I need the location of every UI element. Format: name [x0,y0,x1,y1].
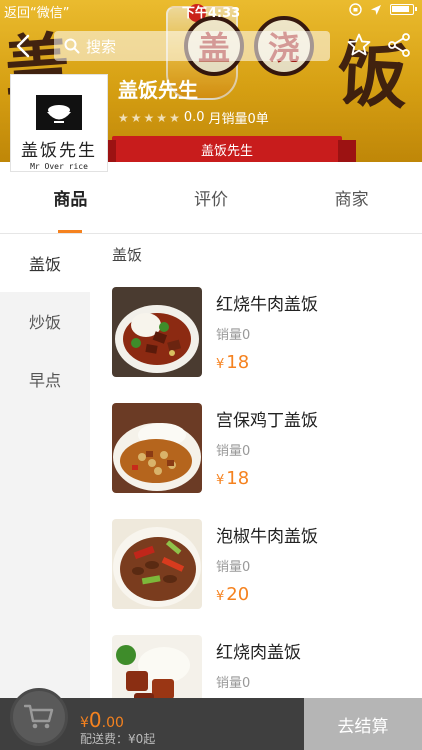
dish-price: ¥18 [216,352,249,373]
currency-symbol: ¥ [216,589,225,604]
rotation-lock-icon [349,3,362,16]
dish-photo [112,635,202,698]
dish-item[interactable]: 泡椒牛肉盖饭 销量0 ¥20 [90,508,422,624]
nav-bar: 搜索 [0,28,422,64]
shopping-cart-icon [24,704,54,729]
dish-name: 红烧肉盖饭 [216,643,301,663]
share-icon[interactable] [386,32,412,58]
monthly-sales: 月销量0单 [208,112,269,127]
star-icon: ★ [143,110,155,125]
shop-rating-row: ★ ★ ★ ★ ★ 0.0 月销量0单 [118,108,269,127]
cart-button[interactable] [10,688,68,746]
star-icon: ★ [118,110,129,125]
dish-photo [112,287,202,377]
dish-sales: 销量0 [216,444,251,459]
status-bar: 返回“微信” 下午4:33 [0,0,422,21]
dish-sales: 销量0 [216,560,251,575]
dish-photo [112,403,202,493]
star-icon: ★ [156,110,168,125]
cart-total: ¥0.00 [80,708,124,732]
dish-price: ¥20 [216,584,249,605]
back-arrow-icon[interactable] [10,32,38,60]
dish-name: 红烧牛肉盖饭 [216,295,318,315]
currency-symbol: ¥ [216,473,225,488]
menu-section-title: 盖饭 [112,246,143,264]
rating-stars: ★ ★ ★ ★ ★ [118,111,180,125]
dish-price-value: 18 [226,352,250,373]
menu-list: 盖饭 红烧牛肉盖饭 销量0 ¥18 宫保鸡丁盖饭 销量0 ¥ 18 泡椒牛肉盖饭… [90,234,422,698]
shop-name: 盖饭先生 [118,78,198,102]
logo-english-text: Mr Over rice [30,162,88,171]
dish-name: 泡椒牛肉盖饭 [216,527,318,547]
cart-total-decimal: .00 [101,715,124,731]
dish-price-value: 20 [226,584,250,605]
favorite-star-icon[interactable] [346,32,372,58]
dish-photo [112,519,202,609]
dish-item[interactable]: 红烧肉盖饭 销量0 [90,624,422,698]
checkout-button[interactable]: 去结算 [304,698,422,750]
star-icon: ★ [169,110,180,125]
shop-tabs: 商品 评价 商家 [0,162,422,234]
star-icon: ★ [130,110,142,125]
currency-symbol: ¥ [216,357,225,372]
category-sidebar: 盖饭 炒饭 早点 [0,234,90,698]
category-item-fried-rice[interactable]: 炒饭 [0,292,90,350]
tab-reviews[interactable]: 评价 [141,162,282,233]
currency-symbol: ¥ [80,715,89,731]
category-item-breakfast[interactable]: 早点 [0,350,90,408]
tab-merchant[interactable]: 商家 [281,162,422,233]
cart-total-int: 0 [88,708,102,732]
category-item-rice-bowl[interactable]: 盖饭 [0,234,90,292]
tab-products[interactable]: 商品 [0,162,141,233]
rice-bowl-icon [36,95,82,130]
dish-price-value: 18 [226,468,250,489]
battery-icon [390,4,417,15]
search-placeholder: 搜索 [86,37,117,56]
dish-item[interactable]: 红烧牛肉盖饭 销量0 ¥18 [90,276,422,392]
dish-sales: 销量0 [216,328,251,343]
logo-chinese-text: 盖饭先生 [21,141,97,161]
rating-value: 0.0 [183,110,205,125]
status-icons [349,3,417,16]
dish-sales: 销量0 [216,676,251,691]
dish-price: ¥18 [216,468,249,489]
dish-item[interactable]: 宫保鸡丁盖饭 销量0 ¥18 [90,392,422,508]
search-icon [64,38,80,54]
location-arrow-icon [371,4,381,15]
shop-logo: 盖饭先生 Mr Over rice [10,74,108,172]
banner-ribbon: 盖饭先生 [98,136,356,162]
search-input[interactable]: 搜索 [54,31,330,61]
delivery-fee: 配送费：¥0起 [80,732,156,746]
dish-name: 宫保鸡丁盖饭 [216,411,318,431]
